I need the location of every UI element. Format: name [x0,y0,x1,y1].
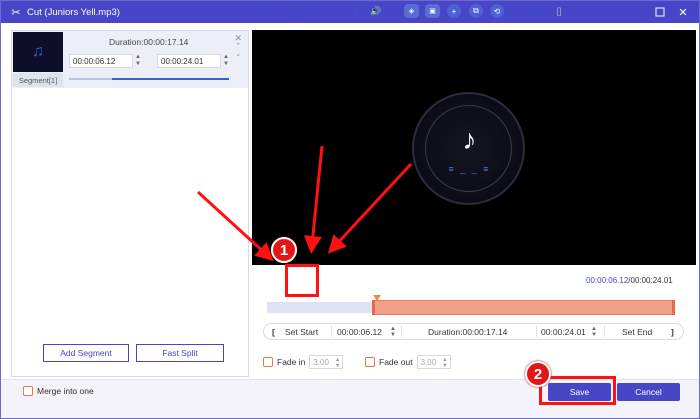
close-icon[interactable]: ✕ [676,5,690,19]
copy-icon[interactable]: ▣ [425,4,440,18]
divider [331,326,332,337]
delete-segment-icon[interactable]: ✕ ⌃ ⌄ [234,34,242,59]
segment-duration: Duration:00:00:17.14 [109,37,189,47]
divider [401,326,402,337]
next-frame-icon[interactable]: › [315,4,329,18]
segment-label: Segment[1] [13,73,63,87]
play-highlight-box [285,264,319,297]
end-time-input[interactable]: 00:00:24.01 [541,324,586,339]
set-end-button[interactable]: Set End [622,324,652,339]
segment-panel: ♫ Segment[1] Duration:00:00:17.14 00:00:… [11,30,249,377]
music-note-glyph: ♪ [462,124,477,155]
fade-out-stepper[interactable]: ▲ ▼ [442,357,447,369]
fade-out-input[interactable]: 3.00 ▲ ▼ [416,355,451,369]
segment-range-bar [112,78,229,80]
fade-in-option: Fade in 3.00 ▲ ▼ [263,355,344,369]
fade-in-input[interactable]: 3.00 ▲ ▼ [309,355,344,369]
set-range-row: [ Set Start 00:00:06.12 ▲ ▼ Duration:00:0… [263,323,684,340]
play-icon[interactable]: ▷ [294,4,308,18]
end-handle[interactable] [672,300,675,315]
segment-end-stepper[interactable]: ▲ ▼ [222,54,230,68]
fade-in-stepper[interactable]: ▲ ▼ [335,357,340,369]
segment-start-input[interactable]: 00:00:06.12 [69,54,133,68]
duplicate-icon[interactable]: ⧉ [469,4,483,18]
timeline-selection[interactable] [374,300,674,315]
previous-frame-icon[interactable]: ‹ [276,4,290,18]
disc-inner: ♪ ≡ _ _ ≡ [425,105,512,192]
jump-to-start-marker-icon[interactable]: [▷] [529,4,543,18]
total-time: /00:00:24.01 [628,276,673,285]
segment-end-input[interactable]: 00:00:24.01 [157,54,221,68]
fade-out-option: Fade out 3.00 ▲ ▼ [365,355,451,369]
start-time-input[interactable]: 00:00:06.12 [337,324,382,339]
music-note-icon: ♫ [13,32,63,72]
fade-out-label: Fade out [379,357,413,367]
go-to-start-icon[interactable]: |◁ [260,4,274,18]
preview-area: ♪ ≡ _ _ ≡ [252,30,696,265]
step-badge-2: 2 [525,361,551,387]
divider [536,326,537,337]
merge-option: Merge into one [23,386,94,396]
playhead[interactable] [373,295,381,301]
fade-in-label: Fade in [277,357,306,367]
fast-split-button[interactable]: Fast Split [136,344,224,362]
scissors-icon: ✂ [11,6,21,19]
maximize-icon[interactable] [653,5,667,19]
audio-disc: ♪ ≡ _ _ ≡ [412,92,525,205]
end-bracket-icon: ] [671,326,674,337]
fade-out-value: 3.00 [420,357,437,367]
duration-label: Duration:00:00:17.14 [428,326,508,337]
jump-to-end-marker-icon[interactable]: [] [552,4,566,18]
segment-start-stepper[interactable]: ▲ ▼ [134,54,142,68]
add-icon[interactable]: + [447,4,461,18]
stop-icon[interactable]: ■ [350,4,364,18]
fade-in-value: 3.00 [313,357,329,367]
step-badge-1: 1 [271,237,297,263]
end-time-stepper[interactable]: ▲ ▼ [591,324,597,339]
current-time: 00:00:06.12 [586,276,629,285]
start-time-stepper[interactable]: ▲ ▼ [390,324,396,339]
add-segment-button[interactable]: Add Segment [43,344,129,362]
merge-checkbox[interactable] [23,386,33,396]
window-title: Cut (Juniors Yell.mp3) [27,6,120,18]
fade-in-checkbox[interactable] [263,357,273,367]
go-to-end-icon[interactable]: ▷| [331,4,345,18]
volume-icon[interactable]: 🔊 [369,4,383,18]
merge-label: Merge into one [37,386,94,396]
set-start-button[interactable]: Set Start [285,324,318,339]
start-handle[interactable] [372,300,375,315]
save-highlight-box [539,376,616,405]
timecode: 00:00:06.12/00:00:24.01 [586,276,673,285]
segment-card[interactable]: ♫ Segment[1] Duration:00:00:17.14 00:00:… [12,31,248,88]
reset-icon[interactable]: ⟲ [490,4,504,18]
cancel-button[interactable]: Cancel [617,383,680,401]
equalizer-icon: ≡ _ _ ≡ [448,164,491,174]
fade-out-checkbox[interactable] [365,357,375,367]
cut-window: ✂ Cut (Juniors Yell.mp3) ✕ ♫ Segment[1] … [0,0,700,419]
start-bracket-icon: [ [272,326,275,337]
divider [604,326,605,337]
split-icon[interactable]: ◈ [404,4,419,18]
